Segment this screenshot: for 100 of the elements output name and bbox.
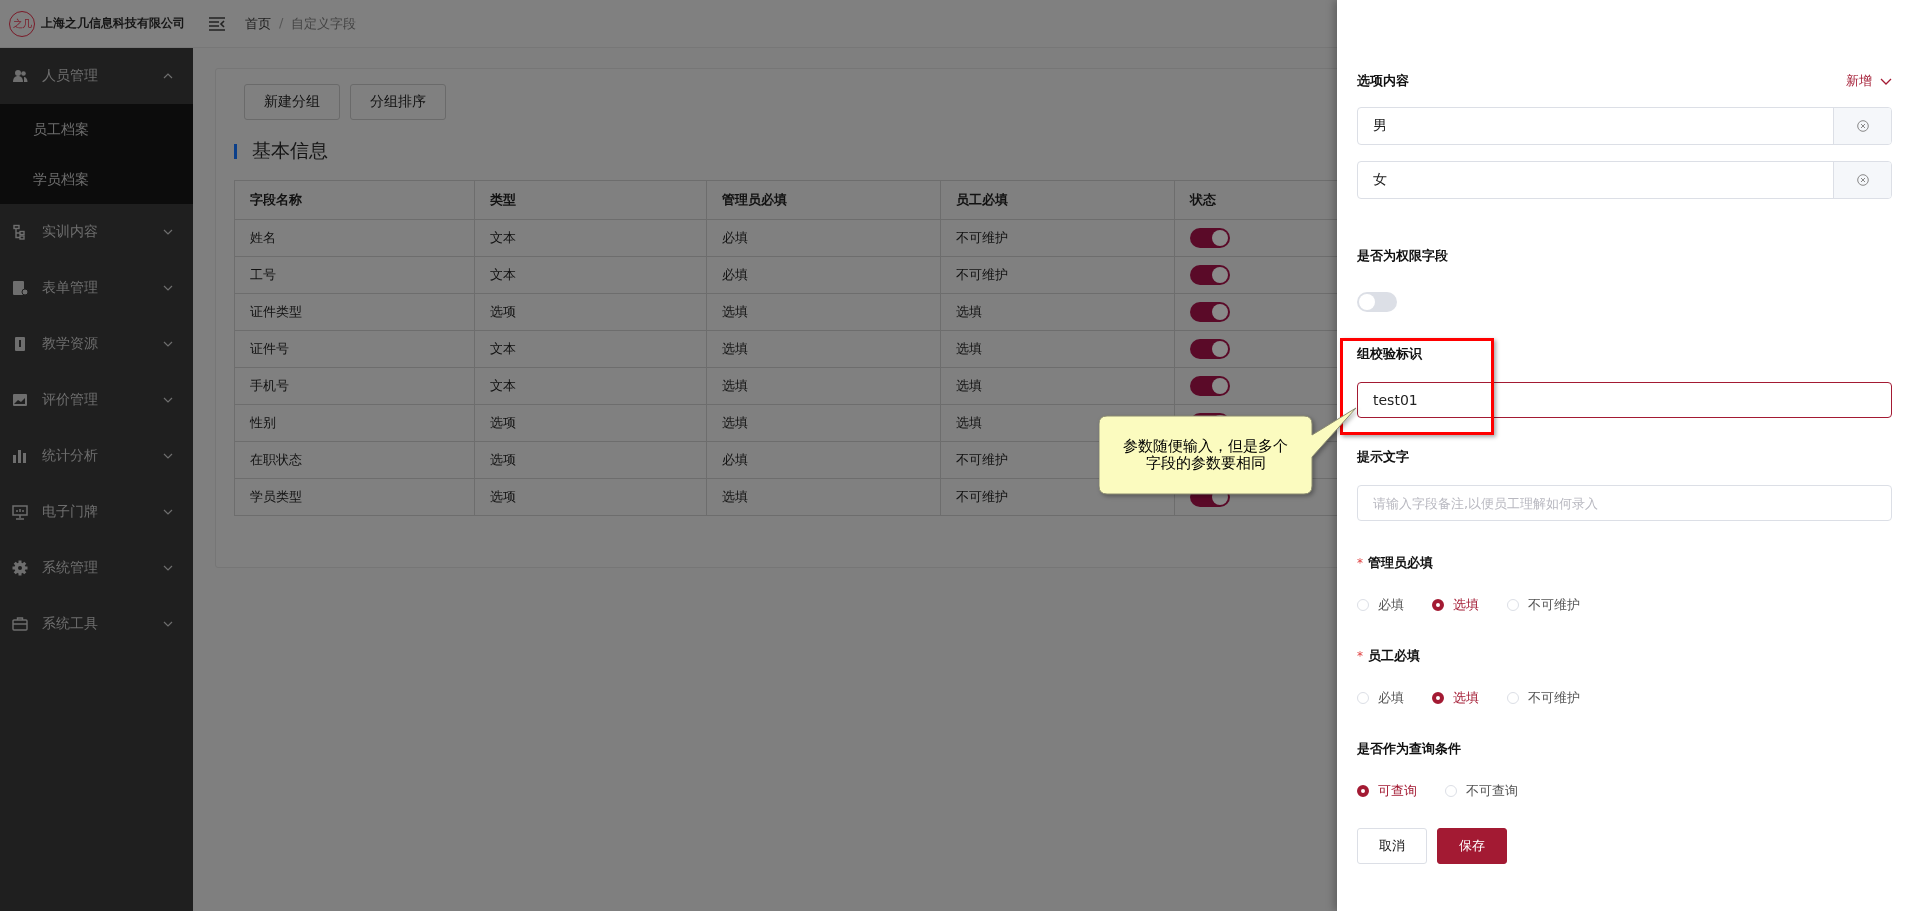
radio-option[interactable]: 不可维护 — [1507, 596, 1580, 614]
image-icon — [12, 392, 28, 408]
status-toggle[interactable] — [1190, 339, 1230, 359]
field-label: 组校验标识 — [1357, 345, 1423, 363]
add-link[interactable]: 新增 — [1846, 72, 1872, 90]
radio-option[interactable]: 选填 — [1432, 596, 1479, 614]
required-mark: * — [1357, 556, 1363, 570]
close-icon — [1856, 174, 1869, 186]
radio-button[interactable] — [1357, 785, 1369, 797]
breadcrumb-link[interactable]: 首页 — [245, 14, 271, 33]
menu-item[interactable]: 表单管理 — [0, 260, 193, 316]
menu-item[interactable]: 统计分析 — [0, 428, 193, 484]
status-toggle[interactable] — [1190, 302, 1230, 322]
table-cell: 性别 — [234, 404, 475, 442]
radio-option[interactable]: 必填 — [1357, 596, 1404, 614]
radio-label: 可查询 — [1378, 782, 1417, 800]
table-cell: 工号 — [234, 256, 475, 294]
bar-chart-icon — [12, 448, 28, 464]
table-cell: 证件类型 — [234, 293, 475, 331]
radio-option[interactable]: 不可维护 — [1507, 689, 1580, 707]
option-field[interactable]: 男 — [1357, 107, 1892, 145]
table-cell: 选项 — [474, 478, 707, 516]
table-cell: 必填 — [706, 441, 941, 479]
radio-label: 不可维护 — [1528, 689, 1580, 707]
table-cell: 选填 — [706, 404, 941, 442]
table-cell: 必填 — [706, 256, 941, 294]
radio-option[interactable]: 不可查询 — [1445, 782, 1518, 800]
menu-item[interactable]: 系统工具 — [0, 596, 193, 652]
table-cell: 选填 — [706, 293, 941, 331]
table-cell: 文本 — [474, 330, 707, 368]
table-cell: 选填 — [940, 367, 1175, 405]
column-header: 类型 — [474, 180, 707, 220]
table-cell: 选项 — [474, 404, 707, 442]
toolbar-button[interactable]: 新建分组 — [244, 84, 340, 120]
people-icon — [12, 68, 28, 84]
close-icon — [1856, 120, 1869, 132]
required-mark: * — [1357, 649, 1363, 663]
book-icon — [12, 336, 28, 352]
menu-item[interactable]: 实训内容 — [0, 204, 193, 260]
field-label: 员工必填 — [1368, 647, 1420, 665]
table-cell: 文本 — [474, 367, 707, 405]
cancel-button[interactable]: 取消 — [1357, 828, 1427, 864]
chevron-icon — [1880, 77, 1892, 85]
toolbar-button[interactable]: 分组排序 — [350, 84, 446, 120]
radio-label: 必填 — [1378, 689, 1404, 707]
table-cell: 姓名 — [234, 219, 475, 257]
column-header: 员工必填 — [940, 180, 1175, 220]
radio-option[interactable]: 可查询 — [1357, 782, 1417, 800]
permission-toggle[interactable] — [1357, 292, 1397, 312]
company-name: 上海之几信息科技有限公司 — [41, 15, 185, 32]
table-cell: 选项 — [474, 441, 707, 479]
menu-item[interactable]: 教学资源 — [0, 316, 193, 372]
status-toggle[interactable] — [1190, 376, 1230, 396]
menu-item[interactable]: 系统管理 — [0, 540, 193, 596]
table-cell: 选填 — [706, 330, 941, 368]
breadcrumb-link[interactable]: 自定义字段 — [291, 14, 357, 33]
menu-item[interactable]: 电子门牌 — [0, 484, 193, 540]
radio-label: 必填 — [1378, 596, 1404, 614]
table-cell: 选填 — [706, 478, 941, 516]
table-cell: 文本 — [474, 256, 707, 294]
monitor-icon — [12, 504, 28, 520]
menu-item[interactable]: 评价管理 — [0, 372, 193, 428]
status-toggle[interactable] — [1190, 265, 1230, 285]
field-label: 提示文字 — [1357, 448, 1410, 466]
radio-label: 选填 — [1453, 596, 1479, 614]
input-field[interactable]: 请输入字段备注,以便员工理解如何录入 — [1357, 485, 1892, 521]
save-button[interactable]: 保存 — [1437, 828, 1507, 864]
field-label: 选项内容 — [1357, 72, 1410, 90]
table-cell: 选填 — [940, 330, 1175, 368]
option-field[interactable]: 女 — [1357, 161, 1892, 199]
column-header: 管理员必填 — [706, 180, 941, 220]
field-label: 是否为权限字段 — [1357, 247, 1449, 265]
form-icon — [12, 280, 28, 296]
menu-item[interactable]: 人员管理 — [0, 48, 193, 104]
table-cell: 学员类型 — [234, 478, 475, 516]
toolbox-icon — [12, 616, 28, 632]
table-cell: 选填 — [706, 367, 941, 405]
radio-option[interactable]: 选填 — [1432, 689, 1479, 707]
table-cell: 不可维护 — [940, 256, 1175, 294]
table-cell: 必填 — [706, 219, 941, 257]
breadcrumb-separator: / — [279, 14, 284, 32]
field-label: 管理员必填 — [1368, 554, 1433, 572]
radio-button[interactable] — [1432, 599, 1444, 611]
table-cell: 证件号 — [234, 330, 475, 368]
radio-label: 不可查询 — [1466, 782, 1518, 800]
status-toggle[interactable] — [1190, 228, 1230, 248]
table-cell: 选项 — [474, 293, 707, 331]
table-cell: 手机号 — [234, 367, 475, 405]
section-marker — [234, 143, 237, 159]
table-cell: 在职状态 — [234, 441, 475, 479]
radio-label: 选填 — [1453, 689, 1479, 707]
submenu-item[interactable]: 学员档案 — [0, 154, 193, 204]
column-header: 字段名称 — [234, 180, 475, 220]
tree-icon — [12, 224, 28, 240]
section-title: 基本信息 — [252, 138, 328, 163]
radio-button[interactable] — [1432, 692, 1444, 704]
input-field[interactable]: test01 — [1357, 382, 1892, 418]
radio-option[interactable]: 必填 — [1357, 689, 1404, 707]
submenu-item[interactable]: 员工档案 — [0, 104, 193, 154]
menu-icon[interactable] — [209, 16, 225, 31]
